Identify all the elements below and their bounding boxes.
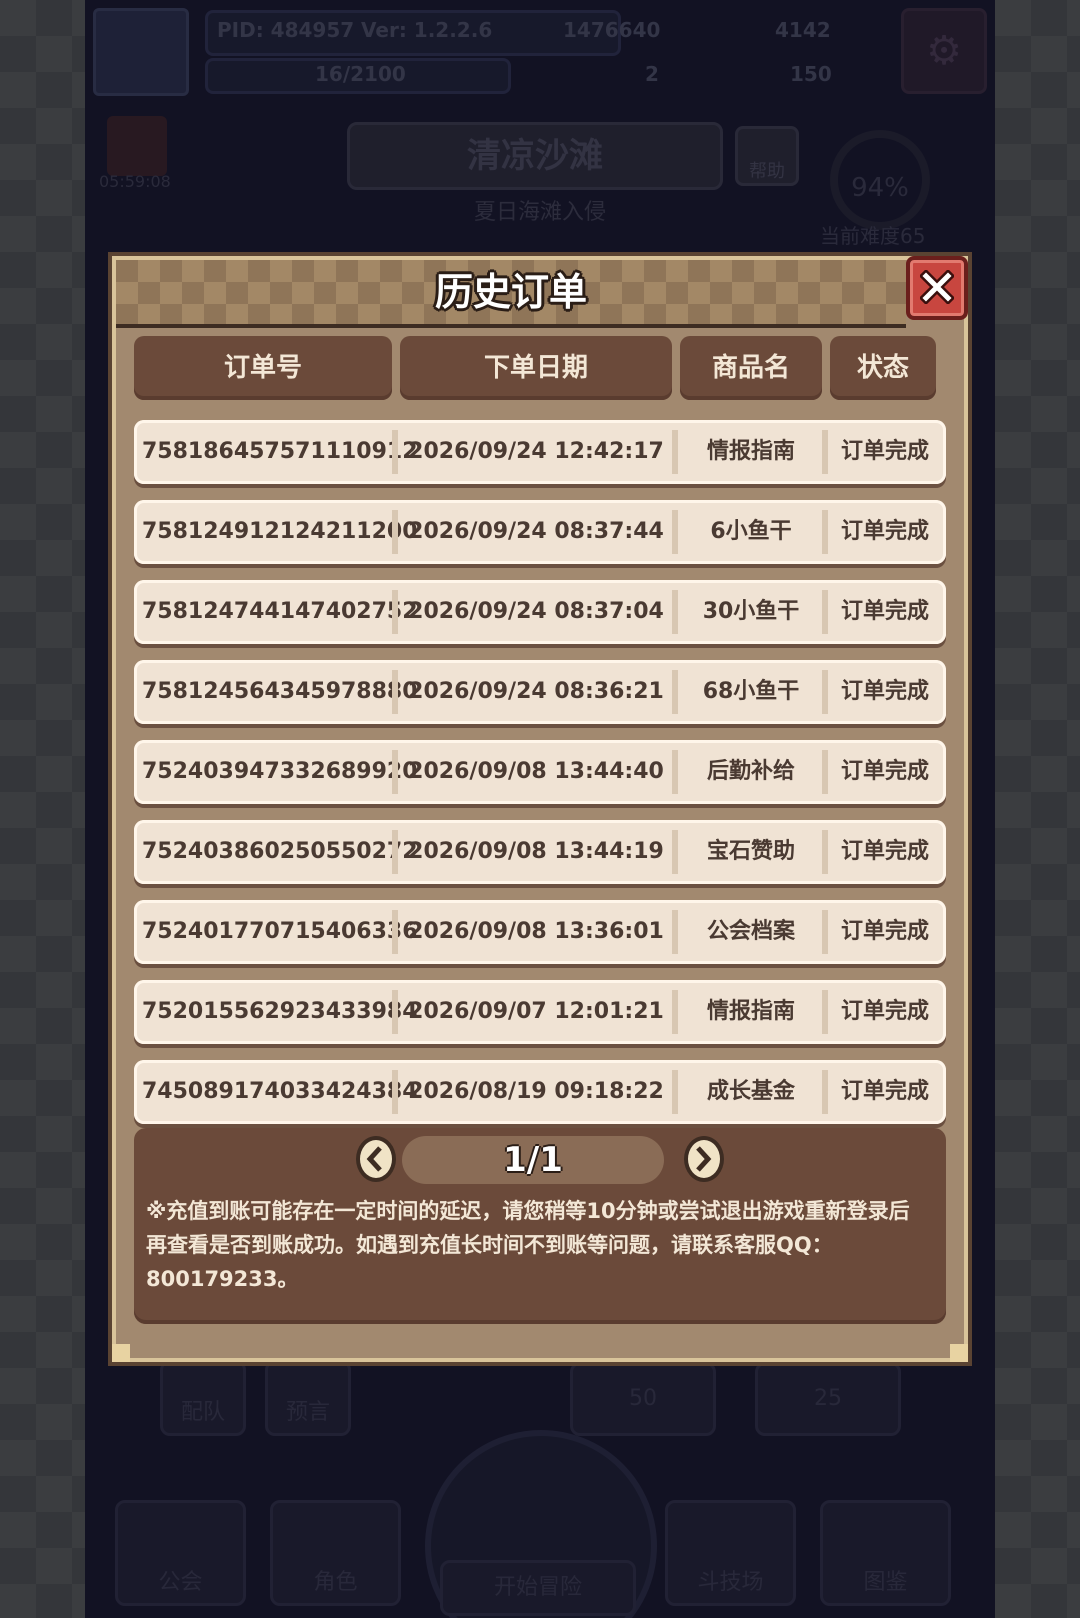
column-header-date: 下单日期 <box>400 336 672 400</box>
item-name: 30小鱼干 <box>702 599 800 624</box>
column-divider <box>822 670 828 714</box>
item-name: 68小鱼干 <box>702 679 800 704</box>
item-name: 成长基金 <box>706 1079 795 1104</box>
order-id: 758124564345978880 <box>142 679 418 704</box>
table-row: 752015562923433984 2026/09/07 12:01:21 情报指… <box>134 980 946 1044</box>
order-id: 745089174033424384 <box>142 1079 418 1104</box>
order-status: 订单完成 <box>840 519 929 544</box>
table-row: 758124564345978880 2026/09/24 08:36:21 68小… <box>134 660 946 724</box>
prev-page-button[interactable] <box>356 1136 396 1182</box>
order-id: 752403860250550272 <box>142 839 418 864</box>
order-date: 2026/09/07 12:01:21 <box>408 999 664 1024</box>
table-row: 758186457571110912 2026/09/24 12:42:17 情报指… <box>134 420 946 484</box>
item-name: 6小鱼干 <box>710 519 792 544</box>
order-status: 订单完成 <box>840 439 929 464</box>
order-id: 758186457571110912 <box>142 439 418 464</box>
chevron-left-icon <box>366 1146 382 1172</box>
column-divider <box>822 430 828 474</box>
order-date: 2026/09/24 08:37:04 <box>408 599 664 624</box>
column-divider <box>672 430 678 474</box>
footer-panel: 1/1 ※充值到账可能存在一定时间的延迟，请您稍等10分钟或尝试退出游戏重新登录… <box>134 1128 946 1324</box>
order-status: 订单完成 <box>840 839 929 864</box>
column-divider <box>822 590 828 634</box>
right-backdrop <box>995 0 1080 1618</box>
column-divider <box>822 830 828 874</box>
order-id: 758124912124211200 <box>142 519 418 544</box>
column-divider <box>822 990 828 1034</box>
column-divider <box>672 990 678 1034</box>
column-divider <box>392 430 398 474</box>
close-icon <box>920 270 954 304</box>
next-page-button[interactable] <box>684 1136 724 1182</box>
order-id: 758124744147402752 <box>142 599 418 624</box>
close-button[interactable] <box>906 256 968 320</box>
column-divider <box>822 910 828 954</box>
table-row: 758124912124211200 2026/09/24 08:37:44 6小鱼… <box>134 500 946 564</box>
column-header-item: 商品名 <box>680 336 822 400</box>
order-date: 2026/09/24 08:36:21 <box>408 679 664 704</box>
recharge-notice: ※充值到账可能存在一定时间的延迟，请您稍等10分钟或尝试退出游戏重新登录后再查看… <box>146 1199 910 1291</box>
order-history-dialog: 历史订单 订单号 下单日期 商品名 状态 758186457571110912 2… <box>112 256 968 1362</box>
column-divider <box>672 510 678 554</box>
column-divider <box>392 910 398 954</box>
column-divider <box>392 990 398 1034</box>
item-name: 情报指南 <box>706 999 795 1024</box>
order-date: 2026/09/08 13:44:40 <box>408 759 664 784</box>
item-name: 宝石赞助 <box>706 839 795 864</box>
column-divider <box>822 750 828 794</box>
chevron-right-icon <box>696 1146 712 1172</box>
order-date: 2026/09/08 13:36:01 <box>408 919 664 944</box>
order-date: 2026/08/19 09:18:22 <box>408 1079 664 1104</box>
page-indicator: 1/1 <box>402 1136 664 1184</box>
order-date: 2026/09/24 12:42:17 <box>408 439 664 464</box>
order-id: 752401770715406336 <box>142 919 418 944</box>
order-status: 订单完成 <box>840 999 929 1024</box>
table-row: 752403860250550272 2026/09/08 13:44:19 宝石赞… <box>134 820 946 884</box>
order-id: 752403947332689920 <box>142 759 418 784</box>
order-id: 752015562923433984 <box>142 999 418 1024</box>
table-row: 745089174033424384 2026/08/19 09:18:22 成长基… <box>134 1060 946 1124</box>
dialog-body: 订单号 下单日期 商品名 状态 758186457571110912 2026/0… <box>134 336 946 1348</box>
table-row: 758124744147402752 2026/09/24 08:37:04 30小… <box>134 580 946 644</box>
order-status: 订单完成 <box>840 679 929 704</box>
column-divider <box>392 590 398 634</box>
column-divider <box>822 1070 828 1114</box>
order-date: 2026/09/24 08:37:44 <box>408 519 664 544</box>
column-divider <box>822 510 828 554</box>
column-divider <box>392 750 398 794</box>
item-name: 公会档案 <box>706 919 795 944</box>
order-status: 订单完成 <box>840 1079 929 1104</box>
table-row: 752401770715406336 2026/09/08 13:36:01 公会档… <box>134 900 946 964</box>
column-divider <box>672 1070 678 1114</box>
corner-ornament <box>112 1344 130 1362</box>
item-name: 后勤补给 <box>706 759 795 784</box>
dialog-title: 历史订单 <box>434 270 587 314</box>
column-header-status: 状态 <box>830 336 936 400</box>
column-divider <box>672 750 678 794</box>
column-divider <box>392 510 398 554</box>
left-backdrop <box>0 0 85 1618</box>
column-header-order-id: 订单号 <box>134 336 392 400</box>
column-divider <box>672 910 678 954</box>
order-status: 订单完成 <box>840 919 929 944</box>
column-divider <box>672 590 678 634</box>
item-name: 情报指南 <box>706 439 795 464</box>
order-status: 订单完成 <box>840 599 929 624</box>
column-divider <box>392 1070 398 1114</box>
order-date: 2026/09/08 13:44:19 <box>408 839 664 864</box>
corner-ornament <box>950 1344 968 1362</box>
column-divider <box>672 670 678 714</box>
column-divider <box>392 670 398 714</box>
column-divider <box>672 830 678 874</box>
table-row: 752403947332689920 2026/09/08 13:44:40 后勤补… <box>134 740 946 804</box>
order-status: 订单完成 <box>840 759 929 784</box>
column-divider <box>392 830 398 874</box>
